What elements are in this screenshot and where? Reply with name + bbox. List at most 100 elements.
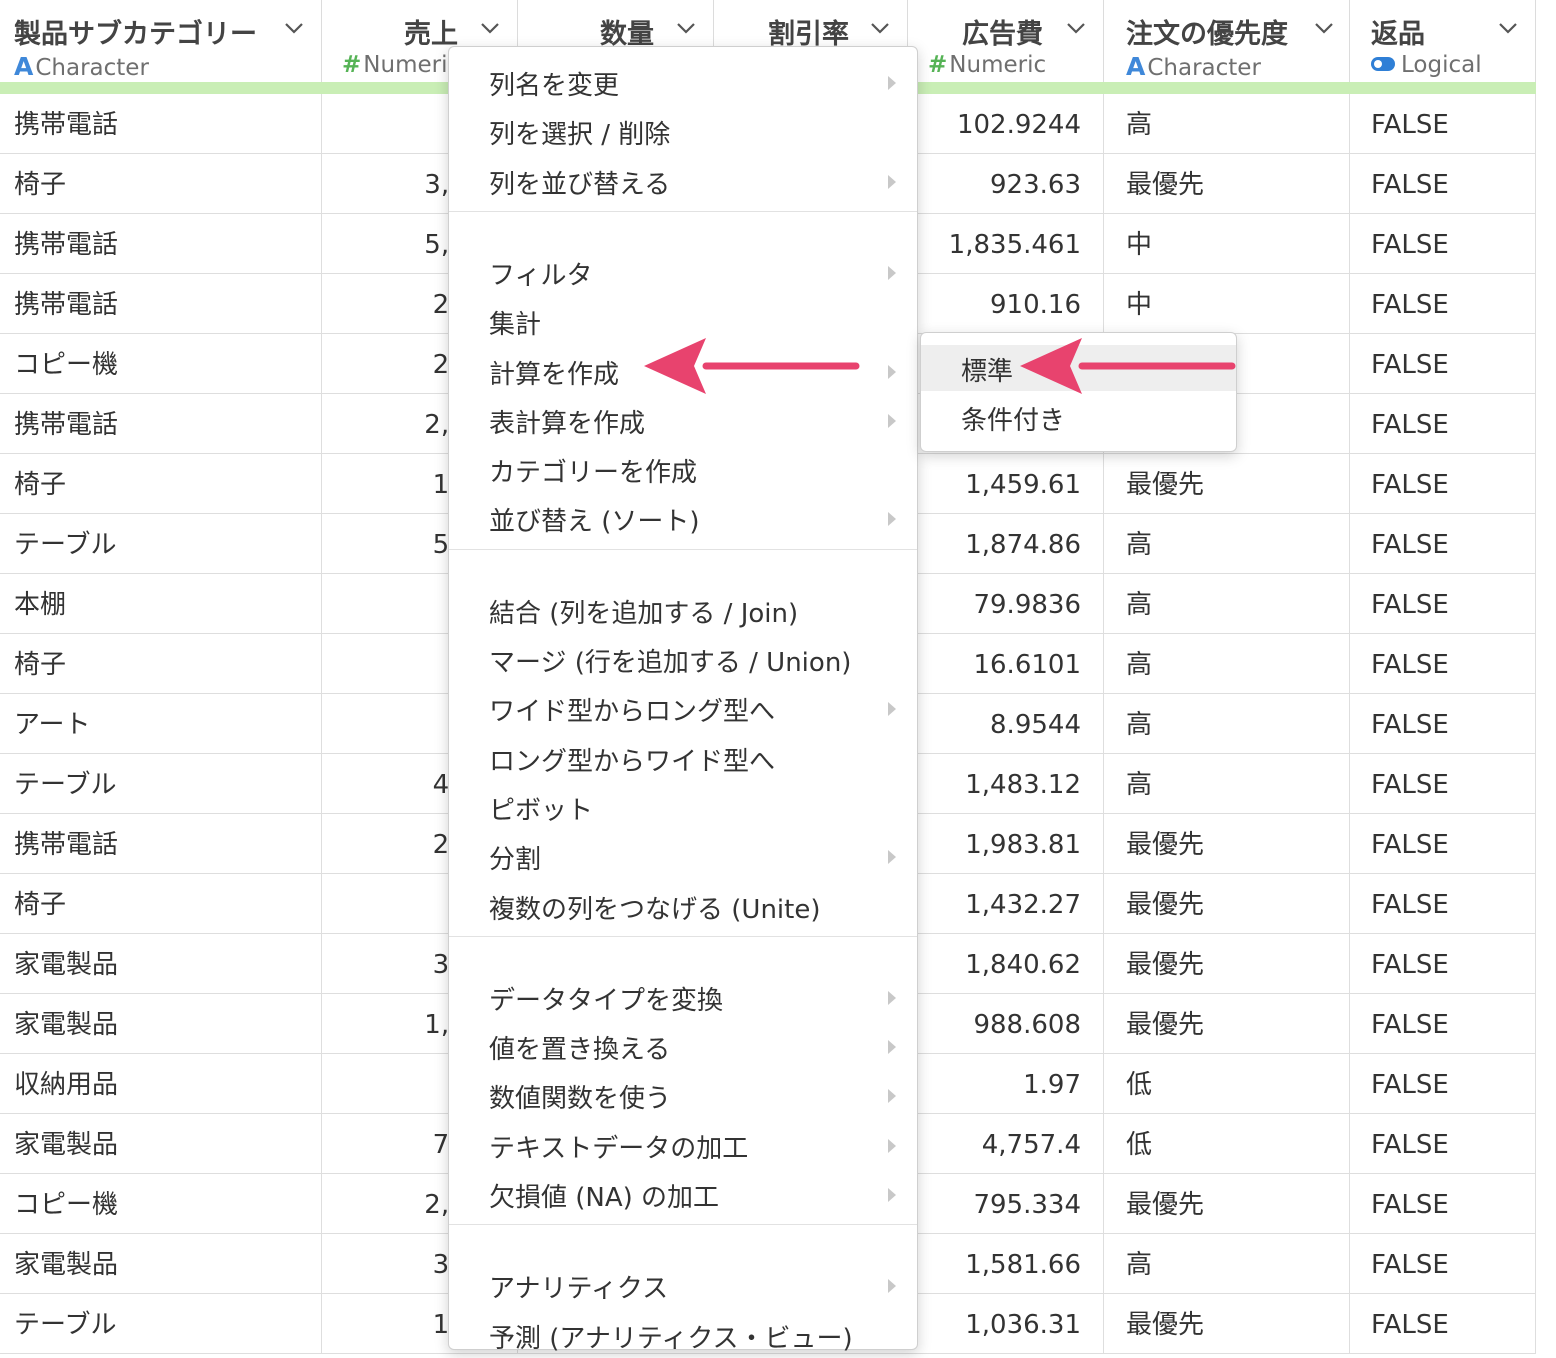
chevron-down-icon[interactable]	[480, 22, 499, 35]
subcategory-cell: 家電製品	[0, 1234, 322, 1293]
chevron-down-icon[interactable]	[1314, 22, 1333, 35]
menu-item-label: 列を並び替える	[489, 169, 671, 200]
menu-item-label: テキストデータの加工	[489, 1133, 749, 1164]
ad-cost-cell: 16.6101	[908, 634, 1104, 693]
menu-item[interactable]: 分割	[449, 833, 917, 879]
chevron-down-icon[interactable]	[1498, 22, 1517, 35]
return-cell: FALSE	[1350, 994, 1536, 1053]
logical-toggle-icon	[1371, 56, 1395, 71]
return-cell: FALSE	[1350, 274, 1536, 333]
character-type-icon: A	[14, 52, 34, 81]
column-header-7[interactable]: 返品 Logical	[1350, 0, 1536, 82]
submenu-item[interactable]: 標準	[921, 345, 1236, 391]
chevron-down-icon[interactable]	[284, 22, 303, 35]
ad-cost-cell: 1,983.81	[908, 814, 1104, 873]
subcategory-cell: コピー機	[0, 1174, 322, 1233]
subcategory-cell: 本棚	[0, 574, 322, 633]
ad-cost-cell: 1.97	[908, 1054, 1104, 1113]
submenu-arrow-icon	[887, 511, 897, 527]
priority-cell: 高	[1104, 634, 1350, 693]
column-header-name: 売上	[404, 19, 458, 50]
menu-item[interactable]: 複数の列をつなげる (Unite)	[449, 883, 917, 929]
menu-item[interactable]: 並び替え (ソート)	[449, 495, 917, 541]
menu-item[interactable]: 数値関数を使う	[449, 1072, 917, 1118]
subcategory-cell: 収納用品	[0, 1054, 322, 1113]
submenu-item[interactable]: 条件付き	[921, 394, 1236, 440]
menu-item-label: フィルタ	[489, 260, 593, 291]
priority-cell: 最優先	[1104, 874, 1350, 933]
priority-cell: 高	[1104, 574, 1350, 633]
menu-item[interactable]: 欠損値 (NA) の加工	[449, 1171, 917, 1217]
menu-item[interactable]: 計算を作成	[449, 348, 917, 394]
subcategory-cell: 携帯電話	[0, 814, 322, 873]
column-type: #Numeric	[928, 52, 1046, 78]
subcategory-cell: テーブル	[0, 514, 322, 573]
subcategory-cell: 家電製品	[0, 994, 322, 1053]
subcategory-cell: 家電製品	[0, 1114, 322, 1173]
submenu-arrow-icon	[887, 265, 897, 281]
menu-item-label: ワイド型からロング型へ	[489, 697, 776, 728]
menu-item[interactable]: マージ (行を追加する / Union)	[449, 636, 917, 682]
priority-cell: 最優先	[1104, 154, 1350, 213]
menu-separator	[449, 548, 917, 550]
column-header-5[interactable]: 広告費 #Numeric	[908, 0, 1104, 82]
menu-item[interactable]: 列を選択 / 削除	[449, 108, 917, 154]
column-header-name: 広告費	[962, 19, 1043, 50]
subcategory-cell: 椅子	[0, 874, 322, 933]
menu-item[interactable]: 列名を変更	[449, 59, 917, 105]
menu-item-label: ピボット	[489, 795, 594, 826]
menu-item[interactable]: 集計	[449, 298, 917, 344]
subcategory-cell: アート	[0, 694, 322, 753]
menu-item[interactable]: データタイプを変換	[449, 974, 917, 1020]
submenu-arrow-icon	[887, 1187, 897, 1203]
menu-item[interactable]: ワイド型からロング型へ	[449, 685, 917, 731]
menu-item[interactable]: ロング型からワイド型へ	[449, 735, 917, 781]
chevron-down-icon[interactable]	[676, 22, 695, 35]
menu-item[interactable]: 予測 (アナリティクス・ビュー)	[449, 1312, 917, 1358]
menu-item-label: 列名を変更	[489, 71, 620, 101]
column-context-menu: 列名を変更列を選択 / 削除列を並び替える フィルタ集計 計算を作成 表計算を作成 カテ…	[448, 46, 918, 1354]
menu-item[interactable]: フィルタ	[449, 249, 917, 295]
menu-item[interactable]: テキストデータの加工	[449, 1122, 917, 1168]
return-cell: FALSE	[1350, 574, 1536, 633]
subcategory-cell: テーブル	[0, 754, 322, 813]
priority-cell: 最優先	[1104, 994, 1350, 1053]
ad-cost-cell: 923.63	[908, 154, 1104, 213]
ad-cost-cell: 8.9544	[908, 694, 1104, 753]
return-cell: FALSE	[1350, 1174, 1536, 1233]
submenu-arrow-icon	[887, 1088, 897, 1104]
return-cell: FALSE	[1350, 454, 1536, 513]
ad-cost-cell: 1,835.461	[908, 214, 1104, 273]
column-header-name: 製品サブカテゴリー	[14, 19, 257, 50]
menu-item[interactable]: ピボット	[449, 784, 917, 830]
return-cell: FALSE	[1350, 754, 1536, 813]
submenu-item-label: 標準	[961, 357, 1014, 387]
menu-item[interactable]: アナリティクス	[449, 1262, 917, 1308]
subcategory-cell: 携帯電話	[0, 94, 322, 153]
chevron-down-icon[interactable]	[870, 22, 889, 35]
return-cell: FALSE	[1350, 1114, 1536, 1173]
submenu-arrow-icon	[887, 701, 897, 717]
priority-cell: 最優先	[1104, 1174, 1350, 1233]
menu-item[interactable]: 表計算を作成	[449, 397, 917, 443]
ad-cost-cell: 1,432.27	[908, 874, 1104, 933]
return-cell: FALSE	[1350, 874, 1536, 933]
subcategory-cell: 椅子	[0, 154, 322, 213]
menu-item[interactable]: カテゴリーを作成	[449, 446, 917, 492]
menu-item[interactable]: 値を置き換える	[449, 1023, 917, 1069]
column-header-name: 返品	[1371, 19, 1425, 50]
column-header-6[interactable]: 注文の優先度 ACharacter	[1104, 0, 1350, 82]
priority-cell: 中	[1104, 214, 1350, 273]
ad-cost-cell: 1,581.66	[908, 1234, 1104, 1293]
column-type-label: Character	[1147, 55, 1261, 81]
menu-item[interactable]: 列を並び替える	[449, 158, 917, 204]
menu-item[interactable]: 結合 (列を追加する / Join)	[449, 587, 917, 633]
menu-item-label: マージ (行を追加する / Union)	[489, 648, 852, 678]
priority-cell: 中	[1104, 274, 1350, 333]
return-cell: FALSE	[1350, 934, 1536, 993]
column-header-1[interactable]: 製品サブカテゴリー ACharacter	[0, 0, 322, 82]
chevron-down-icon[interactable]	[1066, 22, 1085, 35]
priority-cell: 高	[1104, 514, 1350, 573]
submenu-arrow-icon	[887, 1039, 897, 1055]
column-type: #Numeric	[342, 52, 460, 78]
